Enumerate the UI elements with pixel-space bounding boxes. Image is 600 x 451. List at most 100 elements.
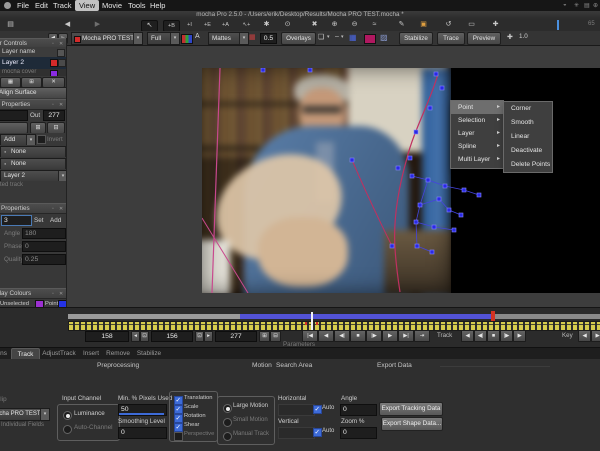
vertical-auto-checkbox[interactable] (313, 428, 322, 437)
spline-colour-swatch[interactable] (364, 34, 376, 44)
insert-point-tool[interactable]: ⊕ (327, 20, 342, 30)
pen-tool-icon[interactable]: ✎ (394, 20, 409, 30)
angle-field[interactable]: 180 (22, 228, 66, 239)
create-xspline-i-tool[interactable]: +I (182, 20, 197, 30)
prev-frame-button[interactable]: ◀ (318, 330, 334, 342)
menu-view[interactable]: View (75, 0, 99, 11)
smooth-point-tool[interactable]: ≈ (367, 20, 382, 30)
play-backwards-button[interactable]: ◀| (334, 330, 350, 342)
vertical-field[interactable] (278, 427, 315, 439)
insert-clip-selector-2[interactable]: ● None ▾ (0, 158, 66, 169)
matte-view-icon[interactable]: ▦ (249, 33, 256, 41)
create-xspline-e-tool[interactable]: +E (200, 20, 215, 30)
mattes-selector[interactable]: Mattes ▾ (208, 32, 249, 45)
move-tool-icon[interactable]: ✚ (488, 20, 503, 30)
angle-field[interactable]: 0 (340, 404, 377, 416)
create-xspline-a-tool[interactable]: +A (218, 20, 233, 30)
context-menu-item-selection[interactable]: Selection (451, 114, 503, 127)
clip-selector[interactable]: Mocha PRO TEST ▾ (71, 32, 143, 45)
small-motion-radio[interactable] (223, 418, 232, 427)
track-back-one-button[interactable]: ◀| (474, 330, 487, 342)
horizontal-field[interactable] (278, 404, 315, 416)
track-stop-button[interactable]: ■ (487, 330, 500, 342)
submenu-item-smooth[interactable]: Smooth (504, 116, 552, 130)
context-menu-item-point[interactable]: Point (451, 101, 503, 114)
matte-opacity-field[interactable]: 0.5 (260, 33, 277, 44)
panel-detach-icon[interactable]: ▫ (52, 205, 54, 214)
goto-in-button[interactable]: ◂ (131, 331, 140, 342)
zoom-percent-field[interactable]: 0 (340, 427, 377, 439)
large-motion-radio[interactable] (223, 404, 232, 413)
viewer-zoom-icon[interactable]: ✚ (507, 33, 513, 41)
play-from-start-button[interactable]: |▶ (366, 330, 382, 342)
menu-movie[interactable]: Movie (102, 0, 122, 11)
alpha-channel-icon[interactable]: A (195, 33, 200, 40)
goto-end-button[interactable]: ⇥ (414, 330, 430, 342)
menu-track[interactable]: Track (53, 0, 71, 11)
submenu-item-corner[interactable]: Corner (504, 102, 552, 116)
out-point-field[interactable]: 277 (43, 110, 65, 121)
layers-view-icon[interactable]: ❏ (318, 33, 324, 41)
layer-color-swatch[interactable] (50, 59, 58, 67)
menu-edit[interactable]: Edit (35, 0, 48, 11)
invert-checkbox[interactable] (37, 135, 46, 144)
panel-close-icon[interactable]: ✕ (59, 205, 63, 214)
status-icon-3[interactable]: ▤ (584, 2, 590, 9)
menu-file[interactable]: File (17, 0, 29, 11)
zoom-tool-icon[interactable]: ⊙ (280, 20, 295, 30)
menu-tools[interactable]: Tools (128, 0, 146, 11)
set-out-button[interactable]: ⊡ (195, 331, 204, 342)
export-tracking-data-button[interactable]: Export Tracking Data ... (379, 402, 443, 416)
track-forwards-button[interactable]: ▶ (513, 330, 526, 342)
insert-clip-selector-1[interactable]: ● None ▾ (0, 146, 66, 157)
blend-mode-selector[interactable]: Add ▾ (0, 134, 36, 145)
marquee-tool-icon[interactable]: ▭ (464, 20, 479, 30)
next-frame-button[interactable]: ▶| (398, 330, 414, 342)
shear-checkbox[interactable] (174, 423, 183, 432)
mask-view-icon[interactable]: ▨ (380, 33, 388, 42)
current-frame-field[interactable]: 156 (151, 331, 193, 342)
quality-field[interactable]: 0.25 (22, 254, 66, 265)
add-button[interactable]: Add (50, 215, 61, 226)
auto-channel-radio[interactable] (63, 425, 72, 434)
move-layer-up-button[interactable]: ⊞ (30, 122, 46, 133)
delete-point-tool[interactable]: ✖ (307, 20, 322, 30)
redo-icon[interactable]: ▶ (90, 20, 105, 30)
in-point-field[interactable] (0, 110, 28, 121)
set-in-button[interactable]: ⊡ (140, 331, 149, 342)
viewer-canvas[interactable]: Point Selection Layer Spline Multi Layer… (202, 68, 600, 293)
goto-out-button[interactable]: ▸ (204, 331, 213, 342)
set-button[interactable]: Set (34, 215, 43, 226)
context-menu-item-spline[interactable]: Spline (451, 140, 503, 153)
rotate-view-icon[interactable]: ↺ (441, 20, 456, 30)
status-icon-2[interactable]: ✳ (574, 2, 579, 9)
next-key-button[interactable]: ▶ (591, 330, 600, 342)
min-pixels-field[interactable]: 50 (118, 404, 167, 416)
frame-value-field[interactable]: 3 (1, 215, 32, 226)
perspective-checkbox[interactable] (174, 432, 183, 441)
view-mode-selector[interactable]: Full ▾ (147, 32, 180, 45)
show-mattes-icon[interactable]: ▣ (416, 20, 431, 30)
grid-icon[interactable]: ▦ (349, 33, 357, 42)
tab-adjusttrack[interactable]: AdjustTrack (40, 348, 78, 359)
chevron-down-icon[interactable]: ▾ (341, 34, 344, 40)
export-shape-data-button[interactable]: Export Shape Data... (381, 417, 443, 431)
delete-layer-button[interactable]: ✕ (42, 77, 65, 87)
preview-button[interactable]: Preview (467, 32, 501, 45)
timeline-zoom-in-button[interactable]: ⊞ (259, 331, 270, 342)
in-frame-field[interactable]: 158 (85, 331, 129, 342)
submenu-item-delete-points[interactable]: Delete Points (504, 158, 552, 172)
prev-key-button[interactable]: ◀ (578, 330, 591, 342)
add-point-tool[interactable]: ↖+ (239, 20, 254, 30)
submenu-item-linear[interactable]: Linear (504, 130, 552, 144)
chevron-down-icon[interactable]: ▾ (327, 34, 330, 40)
tab-insert[interactable]: Insert (80, 348, 102, 359)
stop-button[interactable]: ■ (350, 330, 366, 342)
undo-icon[interactable]: ◀ (60, 20, 75, 30)
track-backwards-button[interactable]: ◀ (461, 330, 474, 342)
remove-point-tool[interactable]: ⊖ (347, 20, 362, 30)
context-menu-item-multi-layer[interactable]: Multi Layer (451, 153, 503, 166)
tab-stabilize[interactable]: Stabilize (134, 348, 164, 359)
tab-lens[interactable]: Lens (0, 348, 8, 359)
link-to-track-selector[interactable]: Layer 2 ▾ (0, 170, 66, 181)
